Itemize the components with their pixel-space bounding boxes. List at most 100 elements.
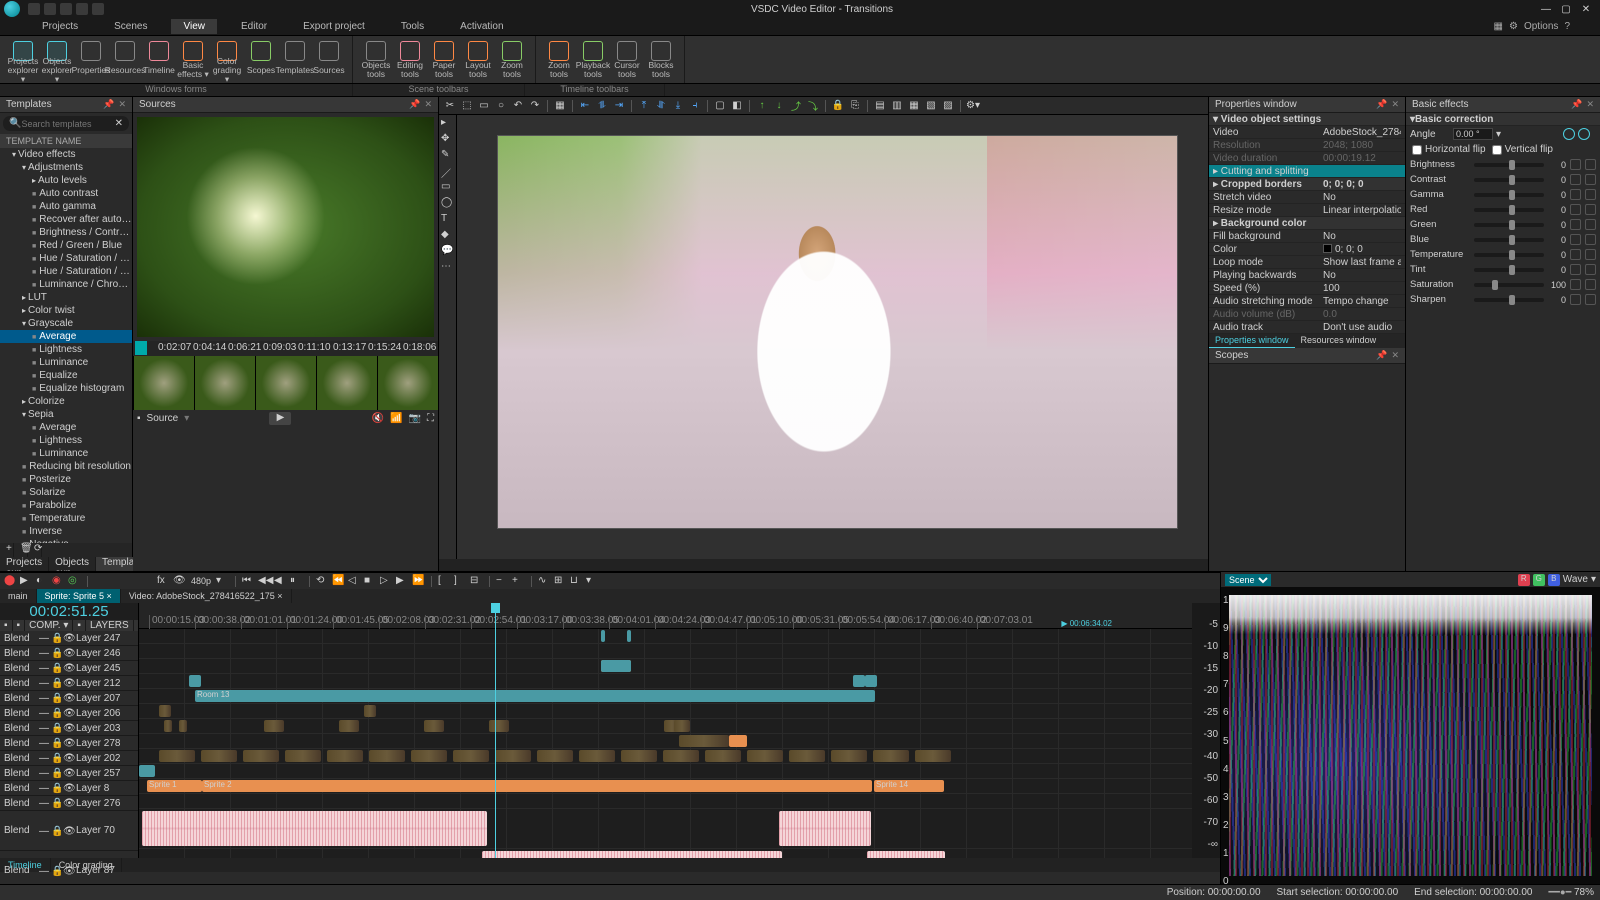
vflip-checkbox[interactable] <box>1492 145 1502 155</box>
tree-node[interactable]: Average <box>0 421 132 434</box>
mute-icon[interactable]: 🔇 <box>372 413 384 424</box>
timeline-track[interactable] <box>139 749 1192 764</box>
timeline-clip[interactable] <box>867 851 945 858</box>
tree-node[interactable]: Equalize histogram <box>0 382 132 395</box>
timeline-clip[interactable] <box>865 675 877 687</box>
ribbon-basic[interactable]: Basic effects ▾ <box>176 40 210 79</box>
tree-node[interactable]: Color twist <box>0 304 132 317</box>
timeline-ruler[interactable]: 00:00:15.0300:00:38.0200:01:01.0100:01:2… <box>139 603 1192 629</box>
keyframe-icon[interactable] <box>1585 234 1596 245</box>
timeline-clip[interactable] <box>339 720 359 732</box>
align-center-v-icon[interactable]: ⥯ <box>654 99 668 113</box>
timeline-clip[interactable] <box>779 811 871 846</box>
rotate-cw-icon[interactable] <box>1578 128 1590 140</box>
view3-icon[interactable]: ▦ <box>907 99 921 113</box>
timeline-bottom-tabs[interactable]: Timeline Color grading <box>0 858 1220 872</box>
properties-grid[interactable]: ▾ Video object settingsVideoAdobeStock_2… <box>1209 113 1405 334</box>
timeline-clip[interactable] <box>142 811 487 846</box>
close-button[interactable]: ✕ <box>1580 4 1592 15</box>
timeline-clip[interactable] <box>327 750 363 762</box>
timeline-clip[interactable] <box>179 720 187 732</box>
timeline-track[interactable] <box>139 794 1192 809</box>
quick-access-toolbar[interactable] <box>28 3 104 15</box>
effect-red[interactable]: Red0 <box>1406 202 1600 217</box>
ribbon-objects[interactable]: Objects tools <box>359 40 393 79</box>
pin-icon[interactable]: 📌 <box>103 99 114 110</box>
timeline-clip[interactable] <box>139 765 155 777</box>
tree-node[interactable]: Colorize <box>0 395 132 408</box>
timeline-track[interactable] <box>139 849 1192 858</box>
tree-node[interactable]: Luminance <box>0 356 132 369</box>
timeline-clip[interactable] <box>674 720 690 732</box>
bottom-icon[interactable]: ⤵ <box>806 99 820 113</box>
property-row[interactable]: ▸ Cropped borders0; 0; 0; 0 <box>1209 178 1405 191</box>
ribbon-zoom[interactable]: Zoom tools <box>542 40 576 79</box>
zoom-indicator[interactable]: ━━●━ 78% <box>1548 887 1594 898</box>
tree-node[interactable]: Luminance / Chrominance (YUV) <box>0 278 132 291</box>
tree-node[interactable]: Hue / Saturation / Lightness <box>0 265 132 278</box>
timeline-clip[interactable] <box>537 750 573 762</box>
timeline-clip[interactable] <box>369 750 405 762</box>
timeline-clip[interactable] <box>601 660 631 672</box>
keyframe-icon[interactable] <box>1585 279 1596 290</box>
tl-markout-icon[interactable]: ] <box>454 575 467 588</box>
effect-temperature[interactable]: Temperature0 <box>1406 247 1600 262</box>
reset-icon[interactable] <box>1570 294 1581 305</box>
timeline-clip[interactable] <box>159 705 171 717</box>
tl-fwd-icon[interactable]: ▶ <box>396 575 409 588</box>
ribbon-layout[interactable]: Layout tools <box>461 40 495 79</box>
angle-input[interactable] <box>1453 128 1493 140</box>
source-playhead-icon[interactable] <box>135 341 147 355</box>
track-header[interactable]: Blend—🔒👁Layer 207 <box>0 691 138 706</box>
timeline-track[interactable] <box>139 704 1192 719</box>
timeline-tracks-area[interactable]: 00:00:15.0300:00:38.0200:01:01.0100:01:2… <box>139 603 1192 858</box>
property-row[interactable]: Audio stretching modeTempo change <box>1209 295 1405 308</box>
scope-r-button[interactable]: R <box>1518 574 1530 586</box>
timeline-clip[interactable] <box>853 675 865 687</box>
layout-icon[interactable]: ▦ <box>1494 21 1503 32</box>
menu-activation[interactable]: Activation <box>448 19 515 34</box>
timeline-track[interactable] <box>139 734 1192 749</box>
tree-node[interactable]: Auto levels <box>0 174 132 187</box>
timeline-clip[interactable] <box>621 750 657 762</box>
align-bottom-icon[interactable]: ⤓ <box>671 99 685 113</box>
timeline-clip[interactable] <box>243 750 279 762</box>
ribbon-zoom[interactable]: Zoom tools <box>495 40 529 79</box>
tl-end-icon[interactable]: ⏩ <box>412 575 425 588</box>
timeline-clip[interactable] <box>747 750 783 762</box>
keyframe-icon[interactable] <box>1585 249 1596 260</box>
timeline-clip[interactable] <box>264 720 284 732</box>
timeline-track[interactable] <box>139 809 1192 849</box>
ribbon-editing[interactable]: Editing tools <box>393 40 427 79</box>
property-row[interactable]: Resolution2048; 1080 <box>1209 139 1405 152</box>
keyframe-icon[interactable] <box>1585 219 1596 230</box>
tree-node[interactable]: LUT <box>0 291 132 304</box>
tl-pause-icon[interactable]: ⏸ <box>290 575 303 588</box>
add-icon[interactable]: + <box>0 543 14 557</box>
pin-icon[interactable]: 📌 <box>1571 99 1582 110</box>
pin-icon[interactable]: 📌 <box>1376 99 1387 110</box>
effect-gamma[interactable]: Gamma0 <box>1406 187 1600 202</box>
timeline-track[interactable]: Spr <box>139 659 1192 674</box>
timeline-clip[interactable] <box>285 750 321 762</box>
scope-b-button[interactable]: B <box>1548 574 1560 586</box>
refresh-icon[interactable]: ⟳ <box>28 543 42 557</box>
reset-icon[interactable] <box>1570 234 1581 245</box>
timeline-clip[interactable] <box>189 675 201 687</box>
tree-node[interactable]: Lightness <box>0 434 132 447</box>
timeline-clip[interactable] <box>663 750 699 762</box>
tree-node[interactable]: Adjustments <box>0 161 132 174</box>
snapshot-icon[interactable]: 📷 <box>409 413 421 424</box>
property-row[interactable]: ▸ Background color <box>1209 217 1405 230</box>
angle-control[interactable]: Angle ▾ <box>1406 126 1600 142</box>
template-tree[interactable]: Video effectsAdjustmentsAuto levelsAuto … <box>0 148 132 543</box>
view1-icon[interactable]: ▤ <box>873 99 887 113</box>
ribbon-sources[interactable]: Sources <box>312 40 346 79</box>
reset-icon[interactable] <box>1570 249 1581 260</box>
tree-node[interactable]: Auto contrast <box>0 187 132 200</box>
track-header[interactable]: Blend—🔒👁Layer 246 <box>0 646 138 661</box>
keyframe-icon[interactable] <box>1585 294 1596 305</box>
tree-node[interactable]: Recover after auto gamma <box>0 213 132 226</box>
tl-play-icon[interactable]: ▶ <box>20 575 33 588</box>
timeline-clip[interactable] <box>915 750 951 762</box>
